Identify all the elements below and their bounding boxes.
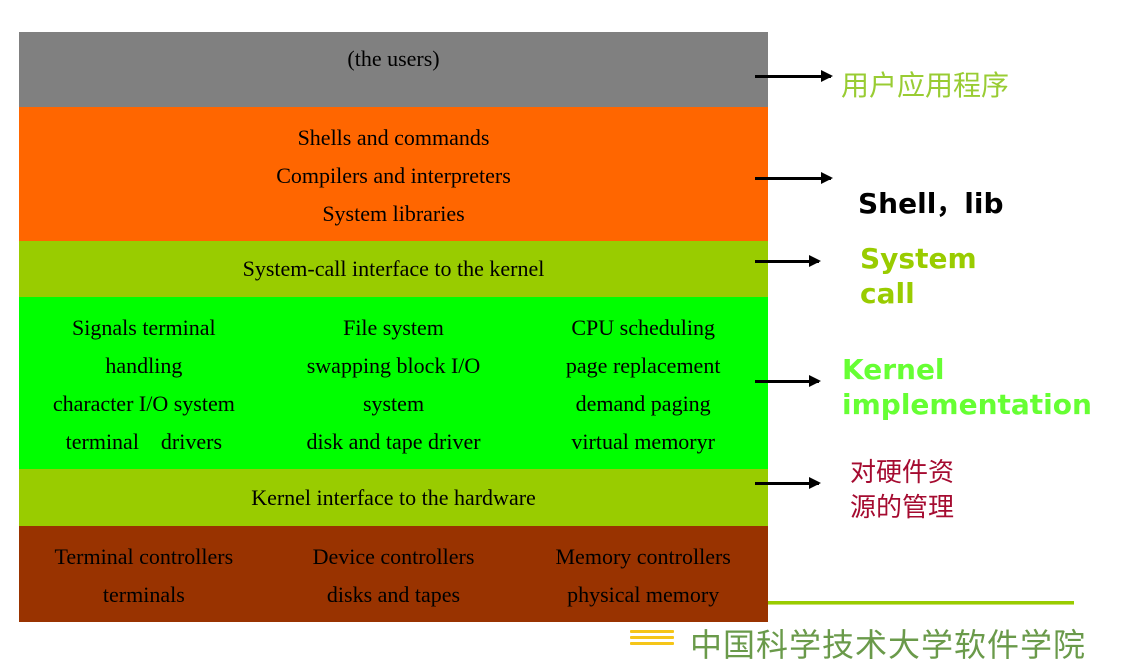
annotation-line: 源的管理 xyxy=(850,493,955,523)
annotation-system-call: System call xyxy=(860,241,977,311)
layer-text: system xyxy=(362,391,425,416)
layer-text: terminals xyxy=(102,582,185,607)
layer-text: disks and tapes xyxy=(326,582,461,607)
layer-hardware: Terminal controllers terminals Device co… xyxy=(19,526,768,622)
annotation-user-applications: 用户应用程序 xyxy=(841,69,1010,102)
layer-text: virtual memoryr xyxy=(571,429,715,454)
arrow-right-icon xyxy=(755,375,821,387)
layer-text: Terminal controllers xyxy=(54,544,234,569)
annotation-line: System xyxy=(860,242,977,275)
footer-divider xyxy=(768,601,1074,605)
layer-kernel: Signals terminal handling character I/O … xyxy=(19,297,768,469)
layer-text: disk and tape driver xyxy=(306,429,481,454)
arrow-right-icon xyxy=(755,255,821,267)
layer-text: Memory controllers xyxy=(555,544,731,569)
school-logo-icon xyxy=(630,630,674,650)
layer-text: System libraries xyxy=(322,201,465,226)
layer-text: Device controllers xyxy=(312,544,475,569)
layer-shells-libraries: Shells and commands Compilers and interp… xyxy=(19,107,768,241)
hardware-column-memory: Memory controllers physical memory xyxy=(518,538,768,622)
layer-users: (the users) xyxy=(19,32,768,107)
layer-text: Compilers and interpreters xyxy=(276,163,511,188)
layer-text: terminal drivers xyxy=(65,429,223,454)
layer-users-label: (the users) xyxy=(347,46,440,71)
layer-text: CPU scheduling xyxy=(571,315,715,340)
annotation-shell-lib: Shell，lib xyxy=(858,187,1004,220)
annotation-line: Kernel xyxy=(842,353,945,386)
hardware-column-devices: Device controllers disks and tapes xyxy=(269,538,519,622)
annotation-hardware-management: 对硬件资 源的管理 xyxy=(850,456,954,526)
layer-hardware-interface: Kernel interface to the hardware xyxy=(19,469,768,526)
arrow-right-icon xyxy=(755,172,833,184)
kernel-column-io: Signals terminal handling character I/O … xyxy=(19,309,269,469)
footer-school-name: 中国科学技术大学软件学院 xyxy=(690,626,1087,664)
arrow-right-icon xyxy=(755,70,833,82)
layer-text: demand paging xyxy=(575,391,711,416)
annotation-line: implementation xyxy=(842,388,1092,421)
hardware-column-terminals: Terminal controllers terminals xyxy=(19,538,269,622)
layer-text: character I/O system xyxy=(52,391,235,416)
kernel-column-memory: CPU scheduling page replacement demand p… xyxy=(518,309,768,469)
layer-text: page replacement xyxy=(565,353,721,378)
annotation-kernel-implementation: Kernel implementation xyxy=(842,352,1092,422)
layer-text: Shells and commands xyxy=(297,125,490,150)
layer-text: Kernel interface to the hardware xyxy=(251,485,536,510)
layer-text: System-call interface to the kernel xyxy=(242,256,545,281)
annotation-line: 对硬件资 xyxy=(850,458,955,488)
annotation-line: call xyxy=(860,277,915,310)
layer-text: physical memory xyxy=(567,582,720,607)
layer-text: File system xyxy=(343,315,444,340)
layer-system-call-interface: System-call interface to the kernel xyxy=(19,241,768,297)
arrow-right-icon xyxy=(755,477,821,489)
kernel-column-filesystem: File system swapping block I/O system di… xyxy=(269,309,519,469)
layer-text: handling xyxy=(105,353,183,378)
layer-text: Signals terminal xyxy=(72,315,216,340)
os-layer-stack: (the users) Shells and commands Compiler… xyxy=(19,32,768,622)
layer-text: swapping block I/O xyxy=(306,353,481,378)
